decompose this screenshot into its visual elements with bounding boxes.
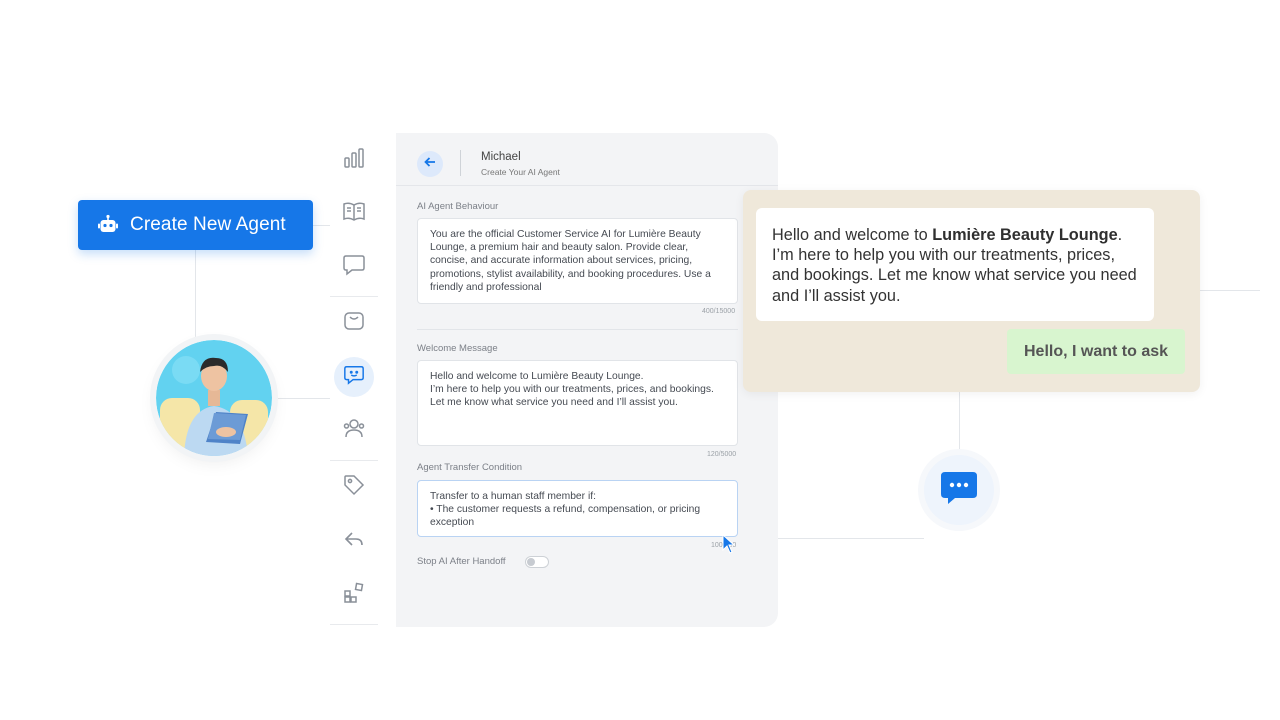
sidebar-item-inbox[interactable]: [334, 303, 374, 343]
connector-line: [195, 250, 196, 342]
panel-header: Michael Create Your AI Agent: [396, 133, 778, 186]
welcome-textarea[interactable]: Hello and welcome to Lumière Beauty Loun…: [417, 360, 738, 446]
handoff-toggle-label: Stop AI After Handoff: [417, 556, 506, 567]
ai-chat-icon: [343, 364, 365, 391]
apps-icon: [342, 581, 366, 610]
connector-line: [959, 392, 960, 455]
sidebar-item-knowledge[interactable]: [334, 193, 374, 233]
sidebar-item-conversations[interactable]: [334, 246, 374, 286]
sidebar-item-replies[interactable]: [334, 521, 374, 561]
handoff-toggle[interactable]: [525, 556, 549, 568]
avatar: [156, 340, 272, 456]
chat-bubble-icon: [342, 252, 366, 281]
sidebar-separator: [330, 460, 378, 461]
incoming-brand-name: Lumière Beauty Lounge: [932, 226, 1118, 244]
toggle-knob: [527, 558, 535, 566]
connector-line: [778, 538, 924, 539]
behaviour-label: AI Agent Behaviour: [417, 201, 499, 212]
agent-subtitle: Create Your AI Agent: [481, 167, 560, 177]
sidebar-separator: [330, 624, 378, 625]
sidebar-item-ai-agents[interactable]: [334, 357, 374, 397]
outgoing-message-bubble: Hello, I want to ask: [1007, 329, 1185, 374]
stage: Create New Agent Michael Create Your AI …: [0, 0, 1280, 720]
message-dots-icon: [939, 470, 979, 511]
transfer-label: Agent Transfer Condition: [417, 462, 523, 473]
chat-widget-button[interactable]: [924, 455, 994, 525]
connector-line: [272, 398, 330, 399]
book-icon: [342, 199, 366, 228]
create-new-agent-label: Create New Agent: [130, 214, 286, 235]
welcome-label: Welcome Message: [417, 343, 498, 354]
sidebar-item-contacts[interactable]: [334, 410, 374, 450]
incoming-text-prefix: Hello and welcome to: [772, 226, 933, 244]
users-icon: [342, 416, 366, 445]
incoming-message-bubble: Hello and welcome to Lumière Beauty Loun…: [756, 208, 1154, 321]
reply-icon: [342, 527, 366, 556]
tag-icon: [342, 473, 366, 502]
behaviour-textarea[interactable]: You are the official Customer Service AI…: [417, 218, 738, 304]
section-divider: [417, 329, 738, 330]
connector-line: [313, 225, 330, 226]
mouse-cursor-icon: [722, 533, 736, 559]
header-divider: [460, 150, 461, 176]
agent-form-panel: Michael Create Your AI Agent AI Agent Be…: [396, 133, 778, 627]
create-new-agent-button[interactable]: Create New Agent: [78, 200, 313, 250]
connector-line: [1200, 290, 1260, 291]
welcome-counter: 120/5000: [707, 451, 737, 458]
behaviour-counter: 400/15000: [702, 308, 736, 315]
inbox-icon: [342, 309, 366, 338]
robot-icon: [96, 214, 119, 237]
chat-preview: Hello and welcome to Lumière Beauty Loun…: [743, 190, 1200, 392]
arrow-left-icon: [423, 155, 437, 174]
agent-name: Michael: [481, 151, 521, 163]
sidebar: [330, 133, 378, 627]
back-button[interactable]: [417, 151, 443, 177]
sidebar-item-tags[interactable]: [334, 467, 374, 507]
sidebar-item-analytics[interactable]: [334, 140, 374, 180]
sidebar-separator: [330, 296, 378, 297]
transfer-textarea[interactable]: Transfer to a human staff member if: • T…: [417, 480, 738, 537]
bar-chart-icon: [342, 146, 366, 175]
sidebar-item-integrations[interactable]: [334, 575, 374, 615]
